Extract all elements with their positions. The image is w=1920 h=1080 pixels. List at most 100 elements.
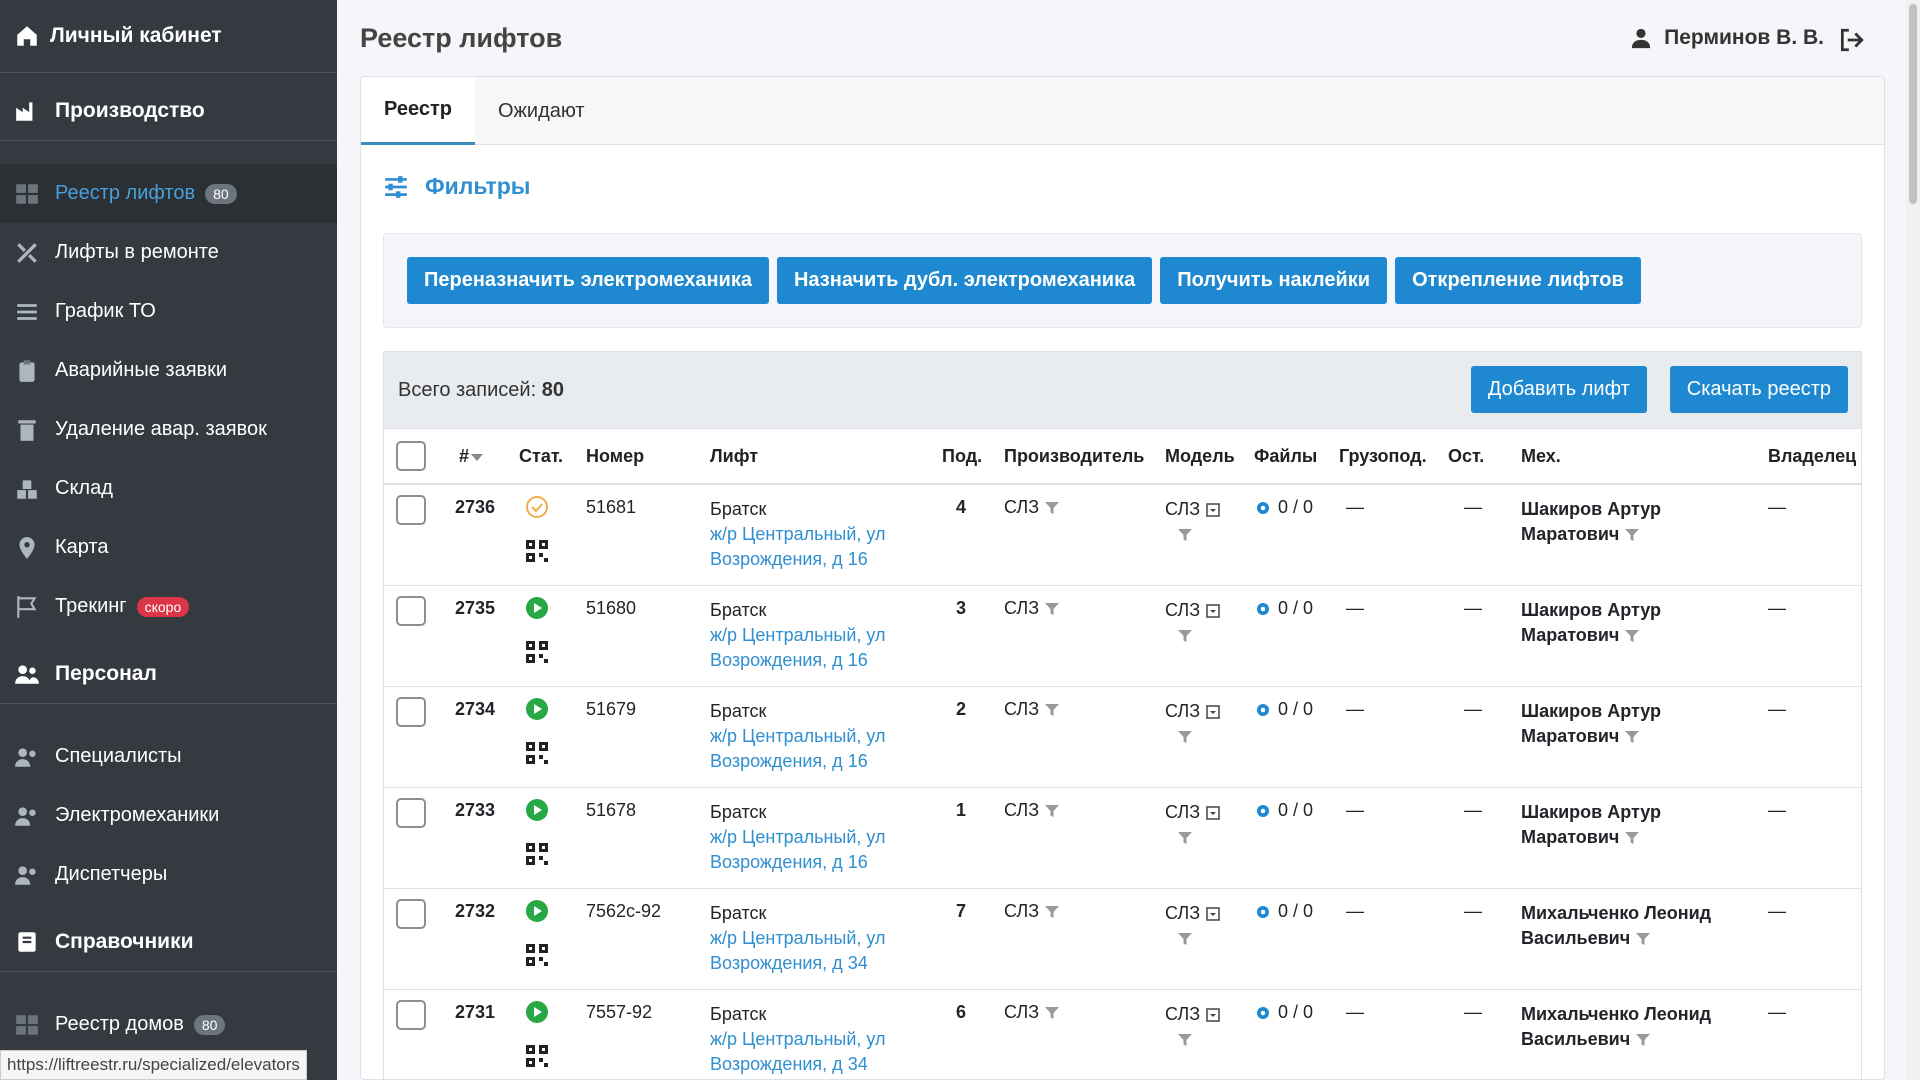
filter-icon[interactable] — [1625, 730, 1640, 744]
filter-icon[interactable] — [1625, 528, 1640, 542]
col-elevator-header: Лифт — [710, 445, 759, 466]
row-status[interactable] — [525, 899, 549, 928]
user-menu[interactable]: Перминов В. В. — [1630, 26, 1824, 50]
filter-icon[interactable] — [1178, 629, 1192, 643]
filter-icon[interactable] — [1636, 1033, 1651, 1047]
sidebar-item-houses-registry[interactable]: Реестр домов 80 — [0, 995, 337, 1054]
row-status[interactable] — [525, 495, 549, 524]
row-checkbox[interactable] — [396, 1000, 426, 1030]
minus-square-icon[interactable] — [1206, 503, 1220, 517]
filter-icon[interactable] — [1045, 501, 1060, 515]
sidebar-item-specialists[interactable]: Специалисты — [0, 727, 337, 786]
row-files[interactable]: 0 / 0 — [1254, 598, 1313, 619]
sidebar-item-electromechanics[interactable]: Электромеханики — [0, 786, 337, 845]
sidebar-item-delete-requests[interactable]: Удаление авар. заявок — [0, 400, 337, 459]
select-all-checkbox[interactable] — [396, 441, 426, 471]
filter-icon[interactable] — [1045, 1006, 1060, 1020]
sidebar-item-label: Удаление авар. заявок — [55, 418, 267, 440]
filter-icon[interactable] — [1178, 528, 1192, 542]
tab-registry[interactable]: Реестр — [361, 77, 475, 145]
minus-square-icon[interactable] — [1206, 806, 1220, 820]
row-address-link[interactable]: ж/р Центральный, ул — [710, 724, 886, 749]
row-files[interactable]: 0 / 0 — [1254, 800, 1313, 821]
col-id-header[interactable]: # — [459, 446, 484, 467]
qr-code-icon[interactable] — [525, 741, 549, 770]
qr-code-icon[interactable] — [525, 539, 549, 568]
qr-code-icon[interactable] — [525, 943, 549, 972]
row-files[interactable]: 0 / 0 — [1254, 1002, 1313, 1023]
row-maker: СЛЗ — [1004, 901, 1060, 922]
row-address-link-line2[interactable]: Возрождения, д 34 — [710, 1052, 886, 1077]
map-marker-icon — [19, 536, 35, 559]
detach-elevators-button[interactable]: Открепление лифтов — [1395, 257, 1641, 304]
logout-icon[interactable] — [1838, 27, 1864, 53]
row-address-link-line2[interactable]: Возрождения, д 34 — [710, 951, 886, 976]
filter-icon[interactable] — [1045, 804, 1060, 818]
row-status[interactable] — [525, 596, 549, 625]
tab-waiting[interactable]: Ожидают — [475, 77, 608, 145]
qr-code-icon[interactable] — [525, 1044, 549, 1073]
row-status[interactable] — [525, 697, 549, 726]
row-checkbox[interactable] — [396, 798, 426, 828]
filters-toggle[interactable]: Фильтры — [383, 173, 530, 200]
scrollbar-thumb[interactable] — [1909, 4, 1917, 204]
sidebar-item-map[interactable]: Карта — [0, 518, 337, 577]
row-files[interactable]: 0 / 0 — [1254, 699, 1313, 720]
row-checkbox[interactable] — [396, 495, 426, 525]
filter-icon[interactable] — [1178, 932, 1192, 946]
row-checkbox[interactable] — [396, 596, 426, 626]
row-address-link-line2[interactable]: Возрождения, д 16 — [710, 547, 886, 572]
sidebar-item-dispatchers[interactable]: Диспетчеры — [0, 845, 337, 904]
sidebar-item-repair[interactable]: Лифты в ремонте — [0, 223, 337, 282]
section-production[interactable]: Производство — [0, 82, 337, 141]
play-circle-icon — [526, 799, 548, 821]
section-personnel[interactable]: Персонал — [0, 645, 337, 704]
row-files[interactable]: 0 / 0 — [1254, 901, 1313, 922]
row-address-link[interactable]: ж/р Центральный, ул — [710, 825, 886, 850]
filter-icon[interactable] — [1178, 831, 1192, 845]
row-checkbox[interactable] — [396, 697, 426, 727]
filter-icon[interactable] — [1045, 602, 1060, 616]
reassign-electromechanic-button[interactable]: Переназначить электромеханика — [407, 257, 769, 304]
get-stickers-button[interactable]: Получить наклейки — [1160, 257, 1388, 304]
row-elevator: Братск ж/р Центральный, ул Возрождения, д … — [710, 497, 886, 572]
filter-icon[interactable] — [1625, 629, 1640, 643]
sidebar-brand[interactable]: Личный кабинет — [0, 0, 337, 73]
sidebar-item-warehouse[interactable]: Склад — [0, 459, 337, 518]
row-checkbox[interactable] — [396, 899, 426, 929]
section-references-label: Справочники — [55, 930, 194, 953]
section-references[interactable]: Справочники — [0, 913, 337, 972]
row-status[interactable] — [525, 798, 549, 827]
add-elevator-button[interactable]: Добавить лифт — [1470, 366, 1647, 413]
row-address-link-line2[interactable]: Возрождения, д 16 — [710, 648, 886, 673]
row-address-link-line2[interactable]: Возрождения, д 16 — [710, 749, 886, 774]
sidebar-item-elevator-registry[interactable]: Реестр лифтов 80 — [0, 164, 337, 223]
filter-icon[interactable] — [1636, 932, 1651, 946]
minus-square-icon[interactable] — [1206, 604, 1220, 618]
minus-square-icon[interactable] — [1206, 907, 1220, 921]
row-address-link[interactable]: ж/р Центральный, ул — [710, 926, 886, 951]
minus-square-icon[interactable] — [1206, 705, 1220, 719]
sidebar-item-label: Склад — [55, 477, 113, 499]
assign-duplicate-electromechanic-button[interactable]: Назначить дубл. электромеханика — [776, 257, 1153, 304]
qr-code-icon[interactable] — [525, 640, 549, 669]
minus-square-icon[interactable] — [1206, 1008, 1220, 1022]
download-registry-button[interactable]: Скачать реестр — [1669, 366, 1848, 413]
qr-code-icon[interactable] — [525, 842, 549, 871]
filter-icon[interactable] — [1625, 831, 1640, 845]
row-address-link[interactable]: ж/р Центральный, ул — [710, 1027, 886, 1052]
row-address-link-line2[interactable]: Возрождения, д 16 — [710, 850, 886, 875]
row-address-link[interactable]: ж/р Центральный, ул — [710, 522, 886, 547]
row-address-link[interactable]: ж/р Центральный, ул — [710, 623, 886, 648]
sidebar-item-maintenance-schedule[interactable]: График ТО — [0, 282, 337, 341]
page-scrollbar[interactable] — [1906, 0, 1920, 1080]
filter-icon[interactable] — [1178, 1033, 1192, 1047]
row-owner: — — [1768, 598, 1786, 618]
filter-icon[interactable] — [1045, 905, 1060, 919]
row-status[interactable] — [525, 1000, 549, 1029]
filter-icon[interactable] — [1178, 730, 1192, 744]
row-files[interactable]: 0 / 0 — [1254, 497, 1313, 518]
sidebar-item-tracking[interactable]: Трекинг скоро — [0, 577, 337, 636]
filter-icon[interactable] — [1045, 703, 1060, 717]
sidebar-item-emergency-requests[interactable]: Аварийные заявки — [0, 341, 337, 400]
